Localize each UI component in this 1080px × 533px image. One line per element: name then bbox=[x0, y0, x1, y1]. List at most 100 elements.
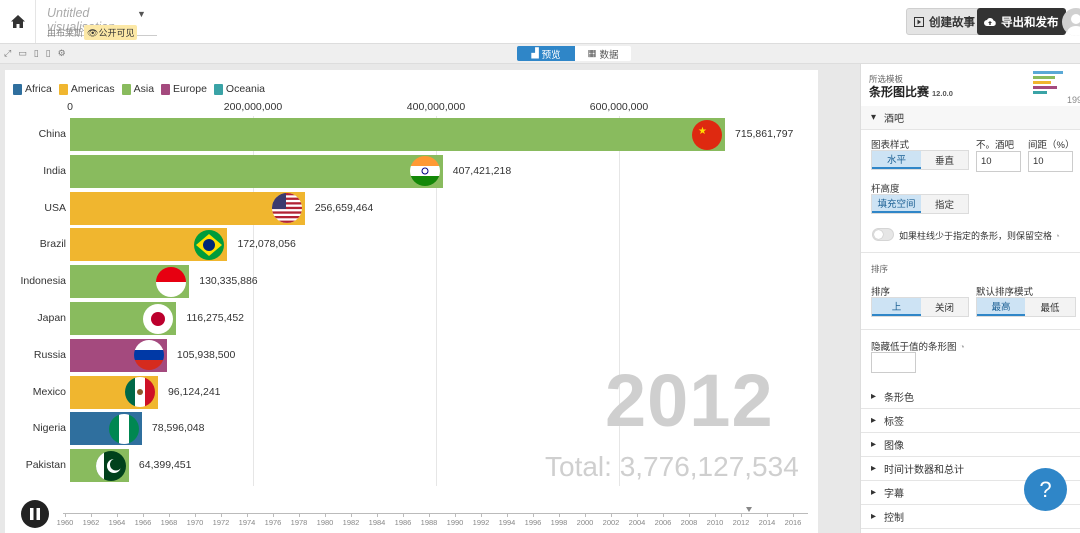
bar-height-toggle: 填充空间 指定 bbox=[871, 194, 969, 214]
bar[interactable] bbox=[70, 154, 443, 188]
caret-right-icon: ▸ bbox=[871, 439, 877, 450]
sort-lowest-option[interactable]: 最低 bbox=[1025, 298, 1075, 316]
timeline-track[interactable] bbox=[63, 513, 808, 514]
timeline-year-label[interactable]: 1960 bbox=[57, 518, 74, 527]
timeline-tick-mark bbox=[403, 514, 404, 517]
legend-label: Africa bbox=[25, 83, 52, 95]
timeline-year-label[interactable]: 1990 bbox=[447, 518, 464, 527]
export-publish-button[interactable]: 导出和发布 bbox=[977, 8, 1066, 35]
home-button[interactable] bbox=[0, 0, 36, 43]
collapsed-section[interactable]: ▸ 条形色 bbox=[861, 385, 1080, 409]
bar-category-label: Mexico bbox=[32, 385, 66, 398]
timeline-year-label[interactable]: 1968 bbox=[161, 518, 178, 527]
timeline-year-label[interactable]: 1982 bbox=[343, 518, 360, 527]
timeline-year-label[interactable]: 1978 bbox=[291, 518, 308, 527]
help-button[interactable]: ? bbox=[1024, 468, 1067, 511]
timeline-year-label[interactable]: 1988 bbox=[421, 518, 438, 527]
help-icon[interactable]: ◔ bbox=[959, 342, 965, 353]
timeline-year-label[interactable]: 2016 bbox=[785, 518, 802, 527]
specify-option[interactable]: 指定 bbox=[921, 195, 968, 213]
bar[interactable] bbox=[70, 191, 305, 225]
timeline-tick-mark bbox=[299, 514, 300, 517]
legend-label: Asia bbox=[133, 83, 155, 95]
create-story-button[interactable]: 创建故事 bbox=[906, 8, 983, 35]
timeline-year-label[interactable]: 1966 bbox=[135, 518, 152, 527]
help-button-label: ? bbox=[1039, 476, 1052, 502]
timeline-year-label[interactable]: 2008 bbox=[681, 518, 698, 527]
bar-category-label: Russia bbox=[33, 348, 66, 361]
timeline-playhead[interactable] bbox=[746, 507, 752, 512]
tab-data[interactable]: ▦ 数据 bbox=[575, 46, 631, 61]
tab-preview-label: 预览 bbox=[541, 49, 561, 61]
timeline-year-label[interactable]: 1970 bbox=[187, 518, 204, 527]
hide-below-input[interactable] bbox=[871, 352, 916, 373]
timeline-year-label[interactable]: 2002 bbox=[603, 518, 620, 527]
timeline-year-label[interactable]: 1974 bbox=[239, 518, 256, 527]
timeline-year-label[interactable]: 1976 bbox=[265, 518, 282, 527]
sort-highest-option[interactable]: 最高 bbox=[977, 298, 1025, 316]
legend-item[interactable]: Europe bbox=[161, 83, 207, 95]
view-toolbar: ⤢ ▭ ▯ ▯ ⚙ ▟ 预览 ▦ 数据 bbox=[0, 44, 1080, 64]
timeline-tick-mark bbox=[65, 514, 66, 517]
help-icon[interactable]: ◔ bbox=[1055, 231, 1060, 241]
timeline-year-label[interactable]: 2006 bbox=[655, 518, 672, 527]
timeline-year-label[interactable]: 1998 bbox=[551, 518, 568, 527]
template-name[interactable]: 条形图比赛 12.0.0 bbox=[869, 83, 953, 100]
settings-icon[interactable]: ⚙ bbox=[58, 48, 66, 59]
template-thumbnail[interactable]: 199 bbox=[1033, 67, 1080, 105]
timeline-tick-mark bbox=[507, 514, 508, 517]
timeline-year-label[interactable]: 1984 bbox=[369, 518, 386, 527]
pause-button[interactable] bbox=[21, 500, 49, 528]
keep-space-toggle[interactable] bbox=[872, 228, 894, 241]
author-byline: 由布莱斯 bbox=[47, 28, 84, 38]
tab-preview[interactable]: ▟ 预览 bbox=[517, 46, 575, 61]
timeline-year-label[interactable]: 2012 bbox=[733, 518, 750, 527]
legend-item[interactable]: Africa bbox=[13, 83, 52, 95]
flag-icon bbox=[409, 156, 440, 187]
thumbnail-year: 199 bbox=[1067, 95, 1080, 105]
section-bars[interactable]: ▾ 酒吧 bbox=[861, 106, 1080, 130]
bar-row: Indonesia 130,335,886 bbox=[5, 265, 805, 299]
flag-icon bbox=[124, 377, 155, 408]
timeline-year-label[interactable]: 1962 bbox=[83, 518, 100, 527]
timeline-year-label[interactable]: 2000 bbox=[577, 518, 594, 527]
timeline-tick-mark bbox=[117, 514, 118, 517]
legend-item[interactable]: Oceania bbox=[213, 83, 265, 95]
collapsed-section[interactable]: ▸ 图像 bbox=[861, 433, 1080, 457]
legend-item[interactable]: Americas bbox=[58, 83, 115, 95]
spacing-input[interactable]: 10 bbox=[1028, 151, 1073, 172]
style-vertical-option[interactable]: 垂直 bbox=[921, 151, 968, 169]
collapsed-section[interactable]: ▸ 标签 bbox=[861, 409, 1080, 433]
bar[interactable] bbox=[70, 118, 725, 151]
bar-value-label: 715,861,797 bbox=[735, 128, 794, 140]
expand-icon[interactable]: ⤢ bbox=[4, 48, 11, 59]
timeline-year-label[interactable]: 1996 bbox=[525, 518, 542, 527]
sort-label: 排序 bbox=[871, 287, 891, 298]
chart-style-label: 图表样式 bbox=[871, 140, 910, 151]
timeline-year-label[interactable]: 2004 bbox=[629, 518, 646, 527]
desktop-icon[interactable]: ▭ bbox=[18, 48, 27, 59]
sort-on-option[interactable]: 上 bbox=[872, 298, 921, 316]
tablet-icon[interactable]: ▯ bbox=[34, 48, 39, 59]
timeline-year-label[interactable]: 2010 bbox=[707, 518, 724, 527]
x-tick-label: 400,000,000 bbox=[406, 101, 466, 113]
sort-off-option[interactable]: 关闭 bbox=[921, 298, 968, 316]
timeline-year-label[interactable]: 2014 bbox=[759, 518, 776, 527]
timeline-year-label[interactable]: 1964 bbox=[109, 518, 126, 527]
timeline-year-label[interactable]: 1972 bbox=[213, 518, 230, 527]
pause-icon bbox=[30, 508, 40, 520]
bar-count-input[interactable]: 10 bbox=[976, 151, 1021, 172]
timeline-year-label[interactable]: 1980 bbox=[317, 518, 334, 527]
chevron-down-icon[interactable]: ▼ bbox=[137, 9, 146, 19]
timeline-year-label[interactable]: 1994 bbox=[499, 518, 516, 527]
caret-down-icon: ▾ bbox=[871, 112, 877, 123]
style-horizontal-option[interactable]: 水平 bbox=[872, 151, 921, 169]
keep-space-text: 如果柱线少于指定的条形，则保留空格 bbox=[899, 231, 1053, 241]
timeline-year-label[interactable]: 1992 bbox=[473, 518, 490, 527]
public-visibility-badge[interactable]: 👁公开可见 bbox=[84, 25, 138, 40]
legend-item[interactable]: Asia bbox=[121, 83, 155, 95]
timeline-year-label[interactable]: 1986 bbox=[395, 518, 412, 527]
bar-row: Brazil 172,078,056 bbox=[5, 228, 805, 262]
fill-space-option[interactable]: 填充空间 bbox=[872, 195, 921, 213]
mobile-icon[interactable]: ▯ bbox=[46, 48, 51, 59]
